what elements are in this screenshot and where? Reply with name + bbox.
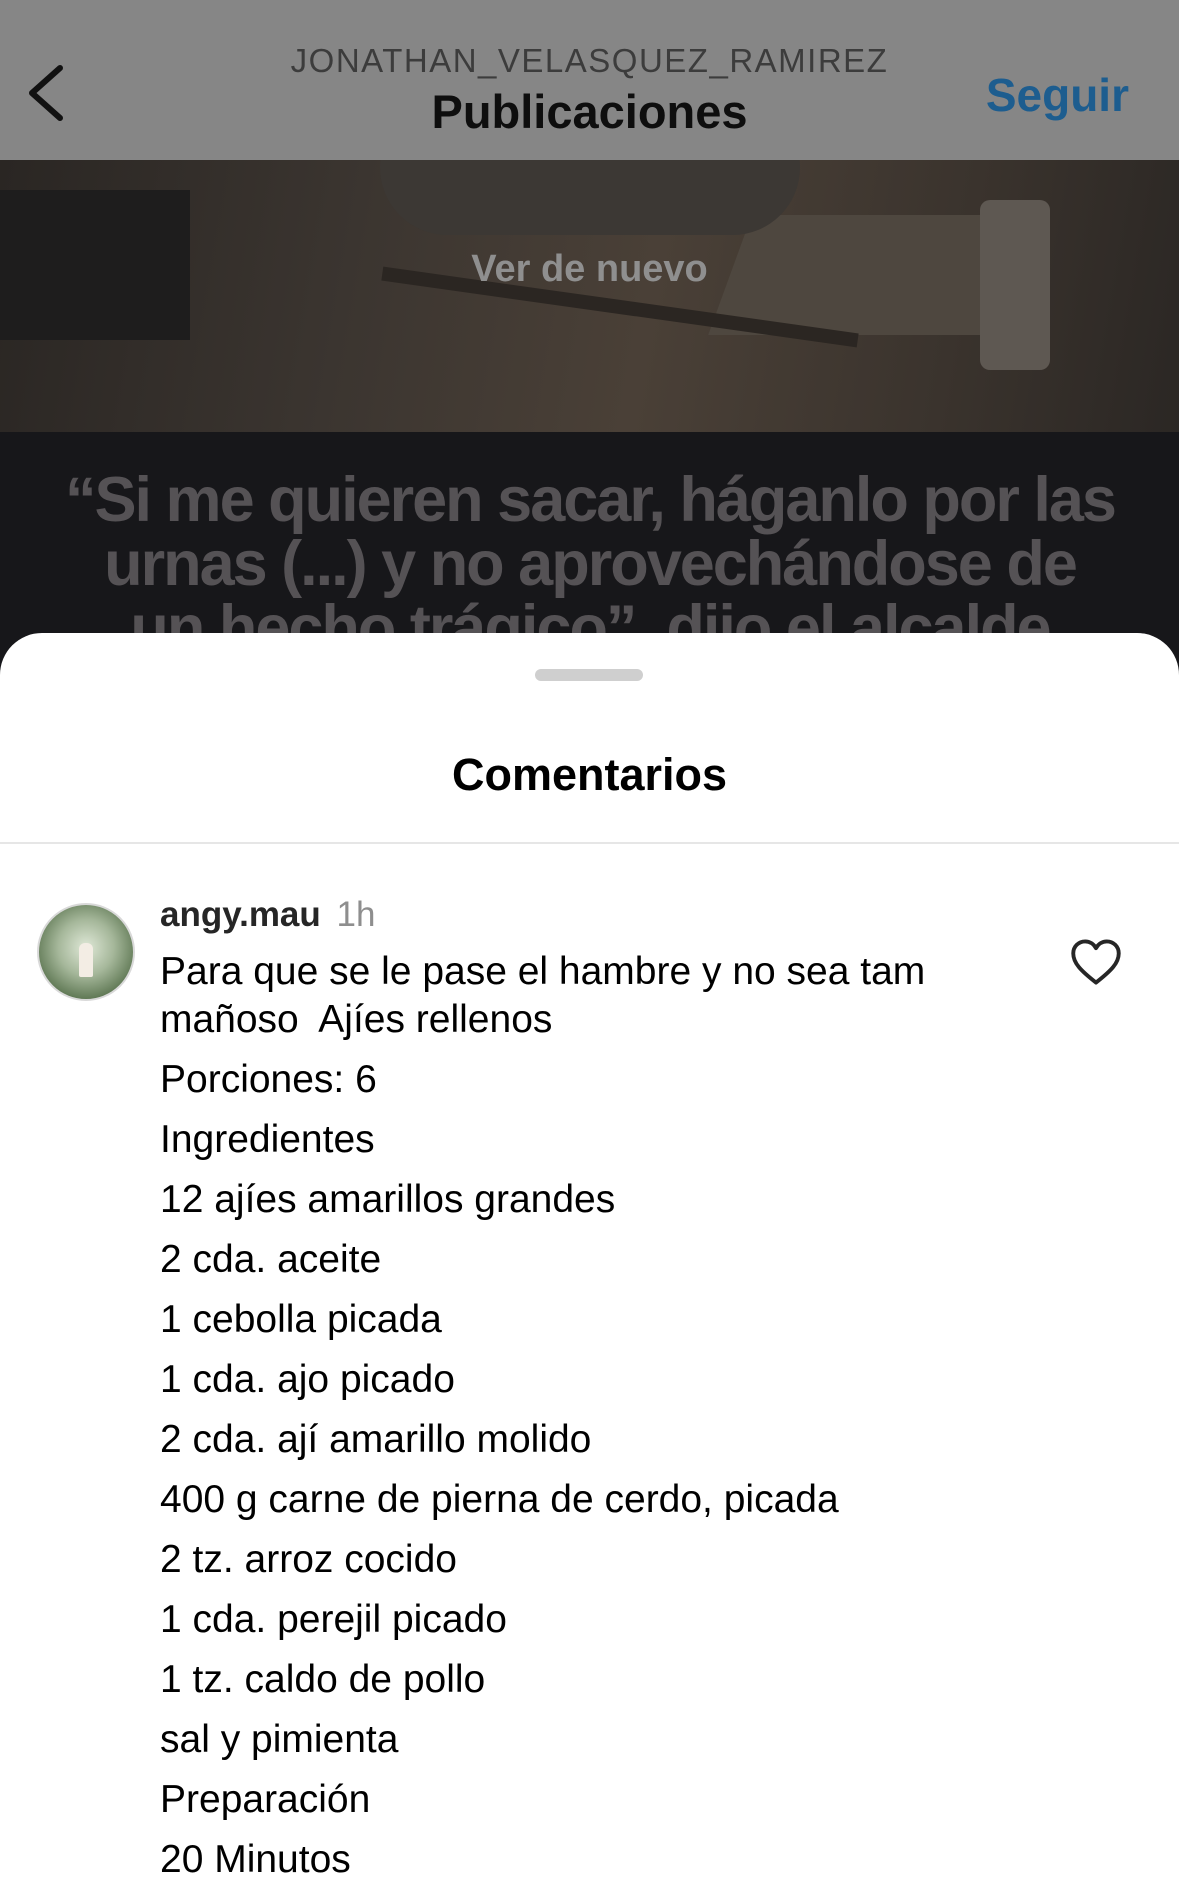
top-navigation-bar: JONATHAN_VELASQUEZ_RAMIREZ Publicaciones… [0, 0, 1179, 160]
comment-line: 1 cda. ajo picado [160, 1358, 455, 1401]
comment-line: 12 ajíes amarillos grandes [160, 1178, 616, 1221]
comment-username[interactable]: angy.mau [160, 895, 321, 934]
post-media: Ver de nuevo “Si me quieren sacar, hágan… [0, 160, 1179, 680]
comment-text: Para que se le pase el hambre y no sea t… [160, 948, 1030, 1895]
comment-line: 400 g carne de pierna de cerdo, picada [160, 1478, 839, 1521]
comment-line: Preparación [160, 1778, 371, 1821]
comment-line: 2 cda. ají amarillo molido [160, 1418, 592, 1461]
media-overlay-pill [380, 160, 800, 235]
quote-text: “Si me quieren sacar, háganlo por las ur… [65, 465, 1117, 663]
comment-timestamp: 1h [336, 895, 376, 934]
comment-line: 20 Minutos [160, 1838, 351, 1881]
comment-line: Para que se le pase el hambre y no sea t… [160, 950, 937, 1041]
follow-button[interactable]: Seguir [986, 68, 1129, 122]
comment-line: Porciones: 6 [160, 1058, 377, 1101]
comment-line: 1 tz. caldo de pollo [160, 1658, 486, 1701]
comment-line: 1 cebolla picada [160, 1298, 442, 1341]
divider [0, 842, 1179, 844]
sheet-drag-handle[interactable] [535, 669, 643, 681]
comment-line: 1 cda. perejil picado [160, 1598, 507, 1641]
comment-header: angy.mau 1h [160, 895, 375, 935]
comment-line: 2 cda. aceite [160, 1238, 382, 1281]
replay-button[interactable]: Ver de nuevo [0, 248, 1179, 291]
heart-outline-icon [1071, 939, 1121, 985]
comments-title: Comentarios [451, 749, 728, 800]
comment-line: 2 tz. arroz cocido [160, 1538, 457, 1581]
like-comment-button[interactable] [1070, 938, 1122, 986]
comments-sheet: Comentarios angy.mau 1h Para que se le p… [0, 633, 1179, 1895]
avatar[interactable] [37, 903, 135, 1001]
comment-line: sal y pimienta [160, 1718, 399, 1761]
comment-line: Ingredientes [160, 1118, 375, 1161]
